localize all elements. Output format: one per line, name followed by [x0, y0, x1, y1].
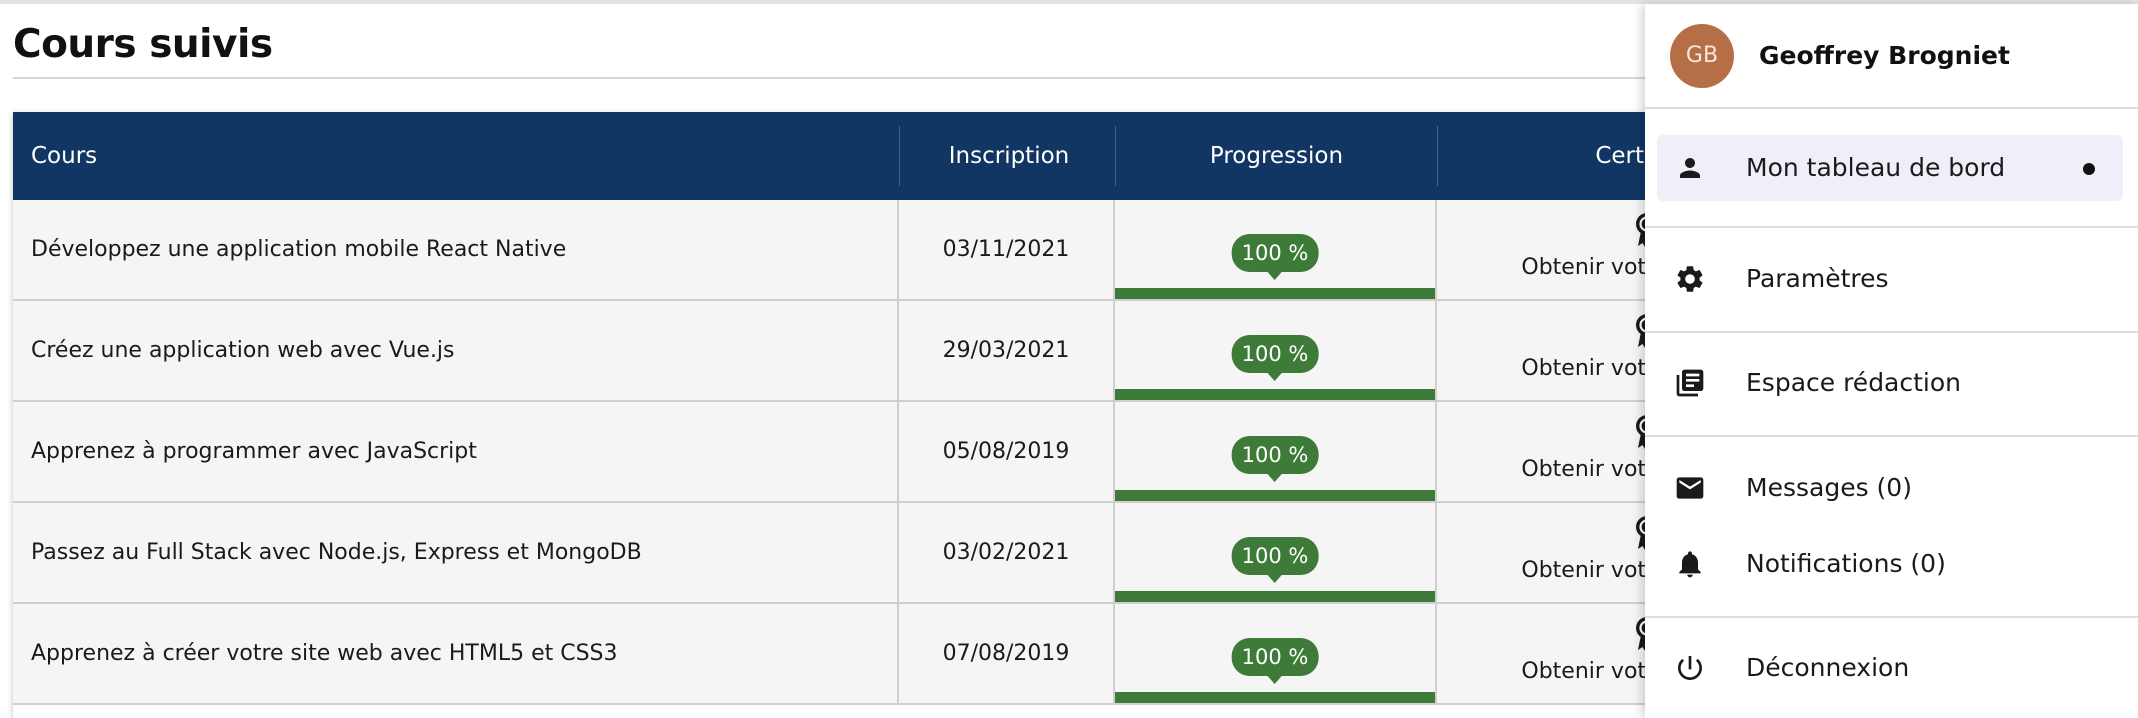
- table-row: Apprenez à programmer avec JavaScript 05…: [13, 402, 1663, 503]
- progress-bar-fill: [1115, 692, 1435, 703]
- menu-item-dashboard[interactable]: Mon tableau de bord: [1657, 135, 2123, 201]
- progress-bar: [1115, 490, 1435, 501]
- progress-bar-fill: [1115, 591, 1435, 602]
- course-title-link[interactable]: Apprenez à programmer avec JavaScript: [13, 402, 899, 501]
- progress-bar: [1115, 692, 1435, 703]
- certificate-cell[interactable]: Obtenir votre certificat: [1437, 200, 1663, 299]
- course-title-link[interactable]: Apprenez à créer votre site web avec HTM…: [13, 604, 899, 703]
- table-header: Cours Inscription Progression Certificat: [13, 112, 1663, 200]
- progress-bar-fill: [1115, 288, 1435, 299]
- user-name: Geoffrey Brogniet: [1759, 41, 2010, 70]
- progress-bar: [1115, 389, 1435, 400]
- award-ribbon-icon: [1437, 414, 1663, 450]
- title-divider: [13, 77, 1653, 79]
- mail-icon: [1669, 455, 1711, 521]
- award-ribbon-icon: [1437, 616, 1663, 652]
- table-row: Développez une application mobile React …: [13, 200, 1663, 301]
- progress-badge: 100 %: [1231, 537, 1319, 583]
- menu-divider: [1645, 331, 2138, 333]
- progress-bar-fill: [1115, 490, 1435, 501]
- menu-item-label: Déconnexion: [1746, 653, 1910, 682]
- page-title: Cours suivis: [13, 22, 273, 67]
- menu-item-label: Mon tableau de bord: [1746, 153, 2006, 182]
- certificate-cell[interactable]: Obtenir votre certificat: [1437, 301, 1663, 400]
- course-title-link[interactable]: Passez au Full Stack avec Node.js, Expre…: [13, 503, 899, 602]
- certificate-cell[interactable]: Obtenir votre certificat: [1437, 503, 1663, 602]
- courses-table: Cours Inscription Progression Certificat…: [13, 112, 1663, 718]
- progress-bar-fill: [1115, 389, 1435, 400]
- menu-divider: [1645, 435, 2138, 437]
- enrollment-date: 03/11/2021: [899, 200, 1115, 299]
- certificate-cell[interactable]: Obtenir votre certificat: [1437, 604, 1663, 703]
- award-ribbon-icon: [1437, 212, 1663, 248]
- course-title-link[interactable]: Créez une application web avec Vue.js: [13, 301, 899, 400]
- table-row: Créez une application web avec Vue.js 29…: [13, 301, 1663, 402]
- menu-item-label: Espace rédaction: [1746, 368, 1962, 397]
- certificate-link[interactable]: Obtenir votre certificat: [1437, 659, 1663, 684]
- progress-cell: 100 %: [1115, 200, 1437, 299]
- gear-icon: [1669, 246, 1711, 312]
- progress-badge: 100 %: [1231, 335, 1319, 381]
- certificate-link[interactable]: Obtenir votre certificat: [1437, 255, 1663, 280]
- progress-cell: 100 %: [1115, 604, 1437, 703]
- avatar: GB: [1670, 24, 1734, 88]
- progress-badge: 100 %: [1231, 436, 1319, 482]
- menu-item-messages[interactable]: Messages (0): [1657, 455, 2123, 521]
- table-row: Passez au Full Stack avec Node.js, Expre…: [13, 503, 1663, 604]
- person-icon: [1669, 135, 1711, 201]
- library-books-icon: [1669, 350, 1711, 416]
- active-indicator-dot: [2083, 163, 2095, 175]
- certificate-cell[interactable]: Obtenir votre certificat: [1437, 402, 1663, 501]
- certificate-link[interactable]: Obtenir votre certificat: [1437, 558, 1663, 583]
- progress-cell: 100 %: [1115, 402, 1437, 501]
- certificate-link[interactable]: Obtenir votre certificat: [1437, 457, 1663, 482]
- enrollment-date: 29/03/2021: [899, 301, 1115, 400]
- enrollment-date: 05/08/2019: [899, 402, 1115, 501]
- menu-item-logout[interactable]: Déconnexion: [1657, 635, 2123, 701]
- progress-bar: [1115, 288, 1435, 299]
- certificate-link[interactable]: Obtenir votre certificat: [1437, 356, 1663, 381]
- progress-badge: 100 %: [1231, 638, 1319, 684]
- bell-icon: [1669, 531, 1711, 597]
- menu-divider: [1645, 107, 2138, 109]
- column-header-progression: Progression: [1209, 143, 1344, 169]
- menu-divider: [1645, 616, 2138, 618]
- menu-item-writing-space[interactable]: Espace rédaction: [1657, 350, 2123, 416]
- user-dropdown-menu: GB Geoffrey Brogniet Mon tableau de bord…: [1645, 4, 2138, 718]
- table-body: Développez une application mobile React …: [13, 200, 1663, 705]
- column-header-certificate: Certificat: [1595, 143, 1663, 169]
- user-header: GB Geoffrey Brogniet: [1645, 4, 2138, 104]
- award-ribbon-icon: [1437, 313, 1663, 349]
- menu-item-notifications[interactable]: Notifications (0): [1657, 531, 2123, 597]
- table-row: Apprenez à créer votre site web avec HTM…: [13, 604, 1663, 705]
- menu-item-settings[interactable]: Paramètres: [1657, 246, 2123, 312]
- column-header-inscription: Inscription: [948, 143, 1070, 169]
- menu-item-label: Paramètres: [1746, 264, 1889, 293]
- enrollment-date: 07/08/2019: [899, 604, 1115, 703]
- column-header-course: Cours: [31, 143, 98, 169]
- course-title-link[interactable]: Développez une application mobile React …: [13, 200, 899, 299]
- enrollment-date: 03/02/2021: [899, 503, 1115, 602]
- menu-item-label: Messages (0): [1746, 473, 1912, 502]
- progress-badge: 100 %: [1231, 234, 1319, 280]
- progress-bar: [1115, 591, 1435, 602]
- award-ribbon-icon: [1437, 515, 1663, 551]
- progress-cell: 100 %: [1115, 301, 1437, 400]
- header-divider: [899, 126, 900, 186]
- menu-item-label: Notifications (0): [1746, 549, 1946, 578]
- progress-cell: 100 %: [1115, 503, 1437, 602]
- menu-divider: [1645, 226, 2138, 228]
- power-icon: [1669, 635, 1711, 701]
